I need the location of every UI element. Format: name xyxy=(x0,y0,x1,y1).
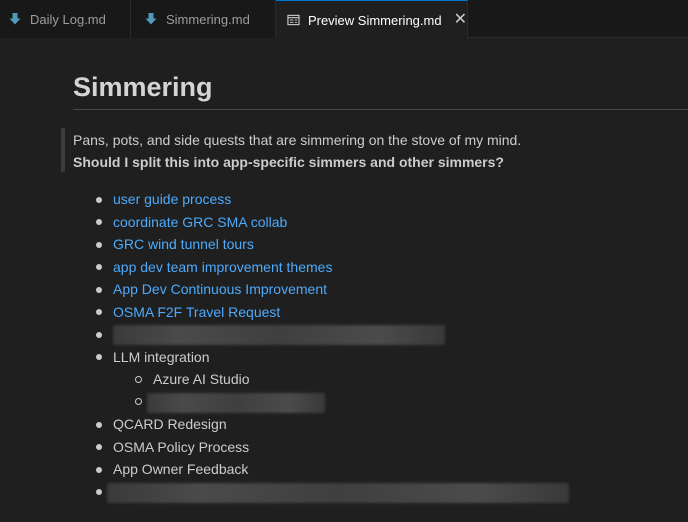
redacted-text xyxy=(147,392,325,413)
list-item xyxy=(94,481,569,504)
list-item: GRC wind tunnel tours xyxy=(94,233,569,256)
list-text: QCARD Redesign xyxy=(113,416,227,432)
close-icon[interactable]: ✕ xyxy=(454,12,467,28)
list-link[interactable]: coordinate GRC SMA collab xyxy=(113,214,287,230)
list-link[interactable]: app dev team improvement themes xyxy=(113,259,332,275)
list-item: user guide process xyxy=(94,188,569,211)
list-text: LLM integration xyxy=(113,348,210,365)
sub-list-item: Azure AI Studio xyxy=(94,368,569,391)
list-item: App Dev Continuous Improvement xyxy=(94,278,569,301)
blockquote: Pans, pots, and side quests that are sim… xyxy=(61,128,688,172)
list-link[interactable]: OSMA F2F Travel Request xyxy=(113,304,280,320)
list-link[interactable]: user guide process xyxy=(113,191,231,207)
title-divider xyxy=(73,109,688,110)
tab-simmering[interactable]: Simmering.md xyxy=(131,0,276,38)
redacted-text xyxy=(107,482,569,503)
tab-label: Preview Simmering.md xyxy=(307,12,442,28)
page-title: Simmering xyxy=(73,72,213,102)
list-item: coordinate GRC SMA collab xyxy=(94,211,569,234)
tab-label: Simmering.md xyxy=(166,11,250,27)
markdown-preview: Simmering Pans, pots, and side quests th… xyxy=(0,39,688,522)
list-item: LLM integration Azure AI Studio xyxy=(94,346,569,414)
list-item: App Owner Feedback xyxy=(94,458,569,481)
sub-list: Azure AI Studio xyxy=(94,368,569,413)
preview-icon xyxy=(287,14,300,26)
tab-preview-simmering[interactable]: Preview Simmering.md ✕ xyxy=(276,0,468,39)
list-item: QCARD Redesign xyxy=(94,413,569,436)
list-item: OSMA F2F Travel Request xyxy=(94,301,569,324)
list-item xyxy=(94,323,569,346)
markdown-arrow-icon xyxy=(9,13,21,25)
markdown-arrow-icon xyxy=(145,13,157,25)
list-link[interactable]: GRC wind tunnel tours xyxy=(113,236,254,252)
list-link[interactable]: App Dev Continuous Improvement xyxy=(113,281,327,297)
list-text: App Owner Feedback xyxy=(113,461,249,477)
list-item: OSMA Policy Process xyxy=(94,436,569,459)
list-text: Azure AI Studio xyxy=(153,371,250,387)
tab-bar: Daily Log.md Simmering.md Preview Simmer… xyxy=(0,0,688,39)
tab-label: Daily Log.md xyxy=(30,11,106,27)
tab-daily-log[interactable]: Daily Log.md xyxy=(0,0,131,38)
quote-line: Pans, pots, and side quests that are sim… xyxy=(73,132,522,148)
redacted-text xyxy=(113,325,445,346)
list-item: app dev team improvement themes xyxy=(94,256,569,279)
sub-list-item xyxy=(94,391,569,414)
quote-question: Should I split this into app-specific si… xyxy=(73,154,504,170)
simmer-list: user guide process coordinate GRC SMA co… xyxy=(94,188,569,503)
list-text: OSMA Policy Process xyxy=(113,438,250,455)
